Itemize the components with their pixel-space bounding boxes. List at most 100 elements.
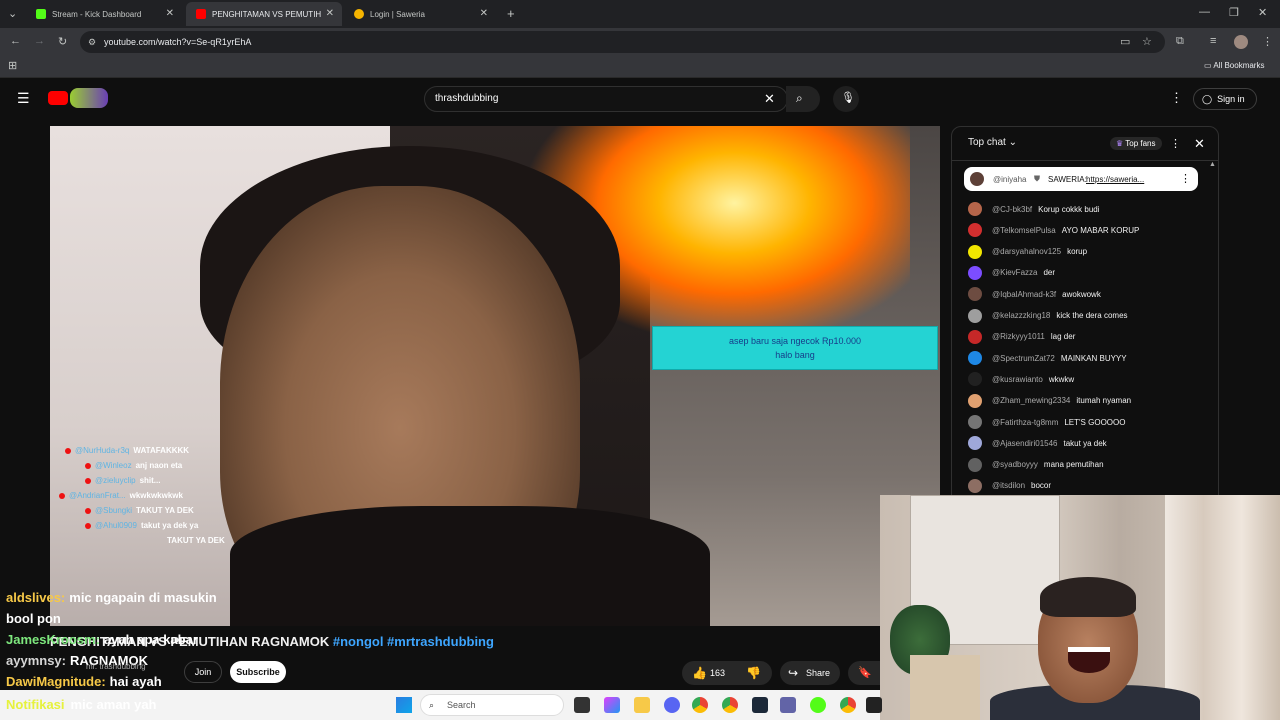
forward-icon[interactable]: → (34, 35, 45, 47)
chat-message[interactable]: @TelkomselPulsa AYO MABAR KORUP (968, 222, 1139, 238)
chat-message[interactable]: @CJ-bk3bf Korup cokkk budi (968, 201, 1100, 217)
steam-icon[interactable] (752, 697, 768, 713)
close-chat-icon[interactable]: ✕ (1194, 136, 1205, 152)
file-explorer-icon[interactable] (634, 697, 650, 713)
pinned-menu-dots-icon[interactable]: ⋮ (1180, 172, 1191, 185)
chat-message[interactable]: @kusrawianto wkwkw (968, 371, 1074, 387)
minimize-icon[interactable]: — (1199, 6, 1210, 18)
settings-dots-icon[interactable]: ⋮ (1170, 90, 1183, 106)
chat-author[interactable]: @CJ-bk3bf (992, 205, 1032, 214)
close-tab-icon[interactable]: ✕ (166, 8, 174, 19)
reload-icon[interactable]: ↻ (58, 35, 67, 48)
tab-youtube-video[interactable]: PENGHITAMAN VS PEMUTIH ✕ (186, 2, 342, 26)
video-hashtags[interactable]: #nongol #mrtrashdubbing (333, 634, 494, 649)
extensions-icon[interactable]: ⧉ (1176, 35, 1184, 48)
chat-avatar[interactable] (968, 478, 982, 493)
pinned-message[interactable]: @iniyaha ⛊ SAWERIA: https://saweria... ⋮ (964, 167, 1198, 191)
subscribe-button[interactable]: Subscribe (230, 661, 286, 683)
chat-author[interactable]: @syadboyyy (992, 460, 1038, 469)
search-button[interactable]: ⌕ (786, 86, 820, 112)
hamburger-menu-icon[interactable]: ☰ (17, 90, 30, 107)
task-view-icon[interactable] (574, 697, 590, 713)
teams-icon[interactable] (780, 697, 796, 713)
video-player[interactable]: asep baru saja ngecok Rp10.000 halo bang… (50, 126, 940, 626)
close-tab-icon[interactable]: ✕ (480, 8, 488, 19)
all-bookmarks-link[interactable]: ▭ All Bookmarks (1204, 61, 1264, 70)
chat-avatar[interactable] (968, 244, 982, 259)
join-button[interactable]: Join (184, 661, 222, 683)
search-input[interactable]: thrashdubbing (424, 86, 788, 112)
chat-avatar[interactable] (968, 265, 982, 280)
save-button[interactable]: 🔖 (848, 661, 884, 685)
restore-icon[interactable]: ❐ (1229, 6, 1239, 19)
windows-start-icon[interactable] (396, 697, 412, 713)
tab-saweria-login[interactable]: Login | Saweria ✕ (344, 2, 496, 26)
chrome-active-icon[interactable] (840, 697, 856, 713)
chat-author[interactable]: @IqbalAhmad-k3f (992, 290, 1056, 299)
chat-author[interactable]: @TelkomselPulsa (992, 226, 1056, 235)
chat-author[interactable]: @Ajasendiri01546 (992, 439, 1058, 448)
close-window-icon[interactable]: ✕ (1258, 6, 1267, 19)
chat-avatar[interactable] (968, 415, 982, 429)
scroll-up-icon[interactable]: ▲ (1209, 161, 1216, 168)
chat-message[interactable]: @SpectrumZat72 MAINKAN BUYYY (968, 350, 1127, 366)
channel-name[interactable]: mr. trashdubbing (86, 662, 146, 671)
chat-avatar[interactable] (968, 202, 982, 216)
chat-avatar[interactable] (968, 393, 982, 408)
chat-author[interactable]: @kusrawianto (992, 375, 1043, 384)
chrome-profile-icon[interactable] (722, 697, 738, 713)
chat-message[interactable]: @kelazzzking18 kick the dera comes (968, 308, 1128, 324)
copilot-icon[interactable] (604, 697, 620, 713)
chat-author[interactable]: @darsyahalnov125 (992, 247, 1061, 256)
thumbs-down-icon[interactable]: 👎 (746, 666, 761, 680)
chat-avatar[interactable] (968, 329, 982, 344)
pinned-link[interactable]: https://saweria... (1086, 175, 1144, 184)
chat-avatar[interactable] (968, 457, 982, 472)
chrome-icon[interactable] (692, 697, 708, 713)
site-info-icon[interactable]: ⚙ (88, 31, 96, 53)
chat-message[interactable]: @KievFazza der (968, 265, 1055, 281)
cast-icon[interactable]: ▭ (1120, 31, 1130, 53)
chat-mode-dropdown[interactable]: Top chat ⌄ (968, 137, 1017, 148)
youtube-doodle-logo[interactable] (70, 88, 108, 108)
app-icon[interactable] (866, 697, 882, 713)
tab-kick-dashboard[interactable]: Stream - Kick Dashboard ✕ (26, 2, 182, 26)
back-icon[interactable]: ← (10, 35, 21, 47)
chat-author[interactable]: @SpectrumZat72 (992, 354, 1055, 363)
chat-message[interactable]: @syadboyyy mana pemutihan (968, 457, 1104, 473)
chat-author[interactable]: @Rizkyyy1011 (992, 332, 1045, 341)
menu-dots-icon[interactable]: ⋮ (1262, 35, 1273, 48)
apps-grid-icon[interactable]: ⊞ (8, 59, 17, 72)
chat-message[interactable]: @IqbalAhmad-k3f awokwowk (968, 286, 1101, 302)
top-fans-button[interactable]: ♛ Top fans (1110, 137, 1162, 150)
chat-avatar[interactable] (968, 223, 982, 238)
bookmark-star-icon[interactable]: ☆ (1142, 31, 1152, 53)
chat-scrollbar[interactable]: ▲ (1209, 161, 1217, 493)
chat-author[interactable]: @Fatirthza-tg8mm (992, 418, 1058, 427)
chat-message[interactable]: @Ajasendiri01546 takut ya dek (968, 435, 1107, 451)
chat-message[interactable]: @Fatirthza-tg8mm LET'S GOOOOO (968, 414, 1125, 430)
tab-search-icon[interactable]: ⌄ (8, 7, 17, 20)
chat-avatar[interactable] (968, 372, 982, 387)
chat-message[interactable]: @Zham_mewing2334 itumah nyaman (968, 393, 1131, 409)
chat-menu-dots-icon[interactable]: ⋮ (1170, 137, 1181, 150)
clear-search-icon[interactable]: ✕ (764, 91, 775, 107)
chat-author[interactable]: @itsdilon (992, 481, 1025, 490)
chat-message[interactable]: @darsyahalnov125 korup (968, 244, 1087, 260)
youtube-logo[interactable] (48, 91, 68, 105)
taskbar-search-input[interactable]: ⌕ Search (420, 694, 564, 716)
chat-message[interactable]: @Rizkyyy1011 lag der (968, 329, 1075, 345)
chat-avatar[interactable] (968, 351, 982, 366)
chat-author[interactable]: @Zham_mewing2334 (992, 396, 1070, 405)
share-button[interactable]: ↪ Share (780, 661, 840, 685)
chat-avatar[interactable] (968, 287, 982, 302)
discord-icon[interactable] (664, 697, 680, 713)
chat-message[interactable]: @itsdilon bocor (968, 478, 1051, 494)
chat-avatar[interactable] (968, 436, 982, 451)
thumbs-up-icon[interactable]: 👍 (692, 666, 707, 680)
close-tab-icon[interactable]: ✕ (326, 8, 334, 19)
obs-icon[interactable] (810, 697, 826, 713)
chat-avatar[interactable] (968, 308, 982, 323)
sign-in-button[interactable]: ◯ Sign in (1193, 88, 1257, 110)
voice-search-button[interactable]: 🎙 (833, 86, 859, 112)
